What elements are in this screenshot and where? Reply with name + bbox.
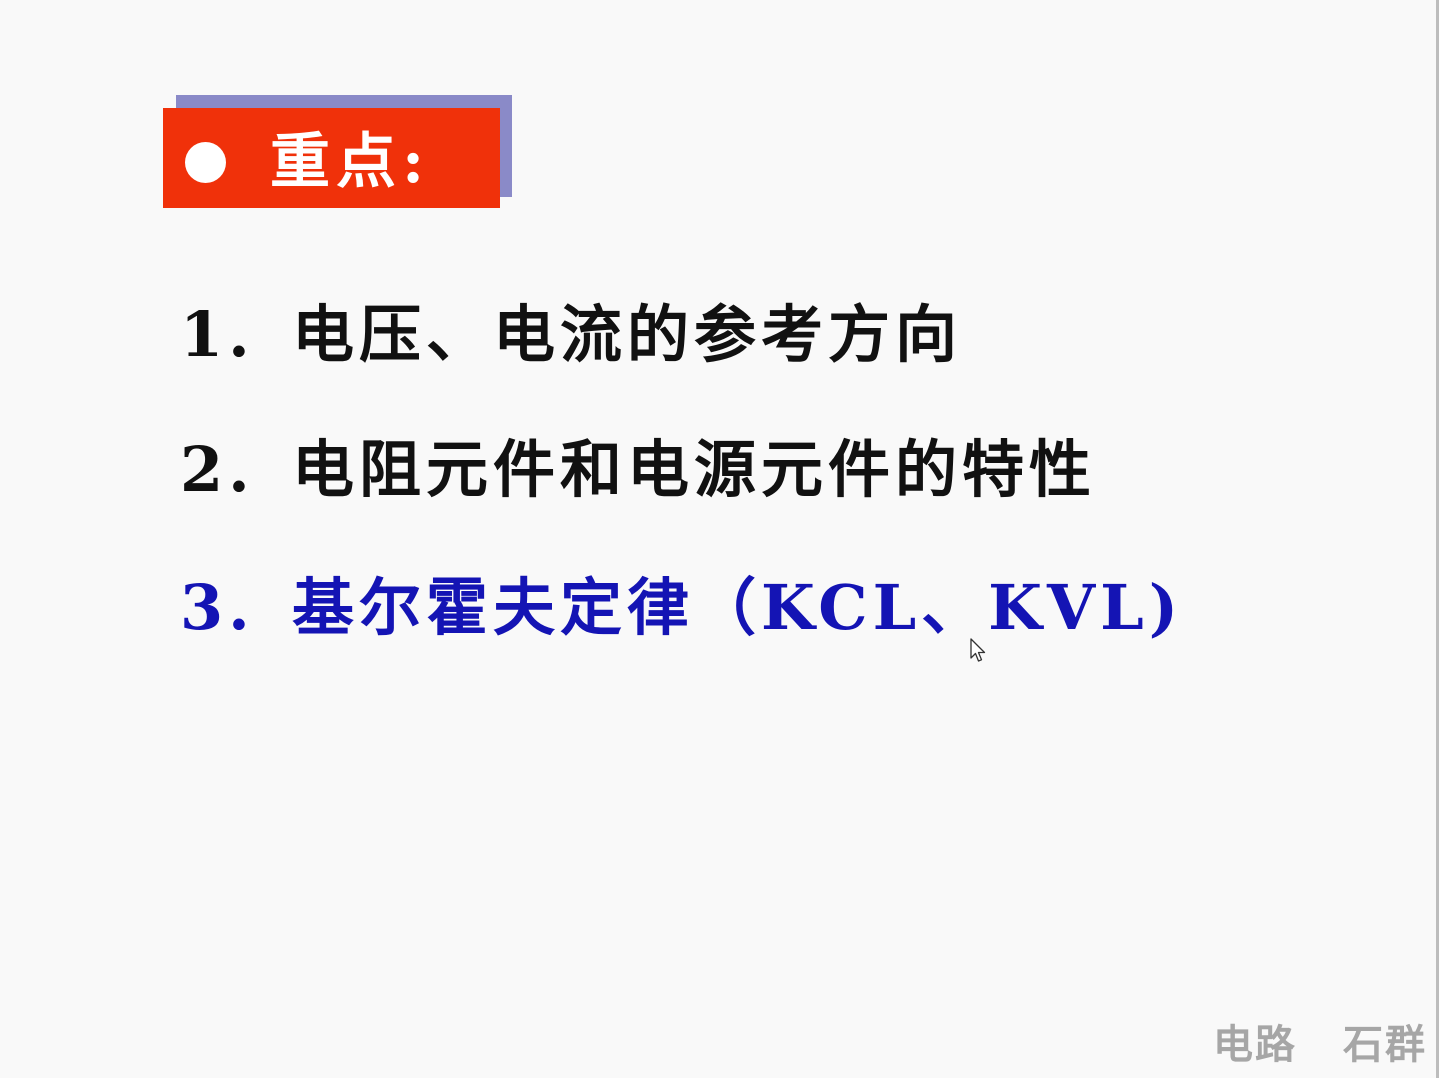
key-point-text: 基尔霍夫定律（KCL、KVL): [292, 571, 1184, 644]
slide-footer: 电路 石群: [1213, 1012, 1427, 1070]
mouse-pointer-icon: [970, 638, 986, 662]
circle-bullet-icon: [185, 142, 226, 183]
footer-course: 电路: [1213, 1021, 1297, 1068]
key-point-number: 1.: [180, 298, 255, 371]
key-point-2: 2. 电阻元件和电源元件的特性: [180, 430, 1096, 510]
key-point-text: 电压、电流的参考方向: [292, 298, 963, 371]
key-point-number: 2.: [180, 433, 255, 506]
heading-title: 重点:: [270, 127, 431, 197]
key-point-1: 1. 电压、电流的参考方向: [180, 295, 962, 375]
footer-author: 石群: [1343, 1021, 1427, 1068]
key-point-3-highlighted: 3. 基尔霍夫定律（KCL、KVL): [180, 568, 1183, 648]
key-point-number: 3.: [180, 571, 255, 644]
slide: 重点: 1. 电压、电流的参考方向 2. 电阻元件和电源元件的特性 3. 基尔霍夫定律…: [0, 0, 1439, 1078]
key-point-text: 电阻元件和电源元件的特性: [292, 433, 1097, 506]
